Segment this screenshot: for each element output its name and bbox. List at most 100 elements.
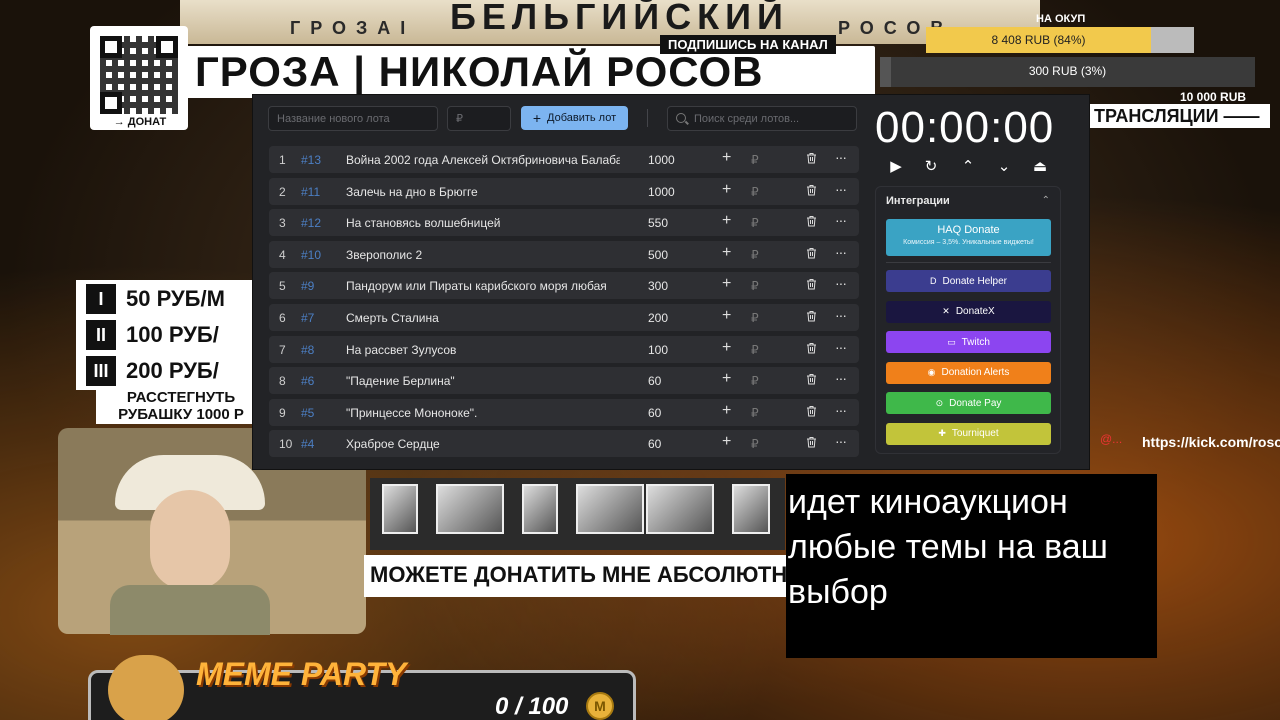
eject-icon[interactable]: ⏏ [1030,157,1050,175]
lot-name[interactable]: На рассвет Зулусов [346,343,620,357]
trash-icon[interactable] [806,184,817,196]
more-options-icon[interactable]: ··· [835,181,847,197]
add-amount-icon[interactable]: + [722,402,731,420]
ruble-icon[interactable]: ₽ [751,374,759,388]
search-field[interactable] [667,106,857,131]
play-icon[interactable]: ▶ [886,157,906,175]
lot-id: #6 [301,374,315,389]
lot-row[interactable]: 4 #10 Зверополис 2 500 + ₽ ··· [269,240,859,268]
goal-amount: 10 000 RUB [1180,90,1247,104]
trash-icon[interactable] [806,278,817,290]
lot-row[interactable]: 1 #13 Война 2002 года Алексей Октябринович… [269,146,859,173]
trash-icon[interactable] [806,373,817,385]
ruble-icon[interactable]: ₽ [751,216,759,230]
trash-icon[interactable] [806,436,817,448]
add-amount-icon[interactable]: + [722,339,731,357]
add-amount-icon[interactable]: + [722,149,731,167]
add-amount-icon[interactable]: + [722,212,731,230]
new-lot-amount-input[interactable] [447,106,511,131]
trash-icon[interactable] [806,247,817,259]
add-amount-icon[interactable]: + [722,181,731,199]
trash-icon[interactable] [806,342,817,354]
more-options-icon[interactable]: ··· [835,307,847,323]
lot-row[interactable]: 7 #8 На рассвет Зулусов 100 + ₽ ··· [269,335,859,363]
lot-name[interactable]: Залечь на дно в Брюгге [346,185,620,199]
integration-button-twitch[interactable]: ▭ Twitch [886,331,1051,353]
lot-amount[interactable]: 200 [648,311,668,325]
haq-donate-label: HAQ Donate [937,224,1000,236]
lot-amount[interactable]: 500 [648,248,668,262]
integration-button-tourniquet[interactable]: ✚ Tourniquet [886,422,1051,445]
lot-row[interactable]: 8 #6 "Падение Берлина" 60 + ₽ ··· [269,367,859,395]
lot-row[interactable]: 5 #9 Пандорум или Пираты карибского моря л… [269,272,859,300]
lot-amount[interactable]: 1000 [648,153,675,167]
more-options-icon[interactable]: ··· [835,275,847,291]
lot-name[interactable]: Зверополис 2 [346,248,620,262]
lot-amount[interactable]: 300 [648,279,668,293]
lot-amount[interactable]: 60 [648,374,661,388]
collapse-icon[interactable]: ⌃ [1042,195,1050,206]
lot-amount[interactable]: 100 [648,343,668,357]
lot-amount[interactable]: 60 [648,406,661,420]
integration-button-donation-alerts[interactable]: ◉ Donation Alerts [886,361,1051,384]
more-options-icon[interactable]: ··· [835,370,847,386]
add-amount-icon[interactable]: + [722,370,731,388]
lot-name[interactable]: Война 2002 года Алексей Октябриновича Ба… [346,153,620,167]
add-amount-icon[interactable]: + [722,275,731,293]
add-amount-icon[interactable]: + [722,307,731,325]
integration-button-donatex[interactable]: ✕ DonateX [886,300,1051,323]
ruble-icon[interactable]: ₽ [751,185,759,199]
integration-button-donate-helper[interactable]: D Donate Helper [886,270,1051,292]
reset-icon[interactable]: ↻ [921,157,941,175]
haq-donate-button[interactable]: HAQ Donate Комиссия – 3,5%. Уникальные в… [886,219,1051,256]
ruble-icon[interactable]: ₽ [751,437,759,451]
more-options-icon[interactable]: ··· [835,244,847,260]
trash-icon[interactable] [806,152,817,164]
more-options-icon[interactable]: ··· [835,149,847,165]
lot-row[interactable]: 6 #7 Смерть Сталина 200 + ₽ ··· [269,304,859,331]
lot-amount[interactable]: 550 [648,216,668,230]
tier-3: III 200 РУБ/ [86,356,219,386]
kick-link: https://kick.com/rosov [1142,434,1280,450]
lot-amount[interactable]: 60 [648,437,661,451]
search-input[interactable] [686,107,856,130]
lot-name[interactable]: Смерть Сталина [346,311,620,325]
add-amount-icon[interactable]: + [722,244,731,262]
lot-row[interactable]: 9 #5 "Принцессе Мононоке". 60 + ₽ ··· [269,398,859,426]
more-options-icon[interactable]: ··· [835,339,847,355]
new-lot-name-input[interactable] [268,106,438,131]
ruble-icon[interactable]: ₽ [751,343,759,357]
trash-icon[interactable] [806,405,817,417]
more-options-icon[interactable]: ··· [835,212,847,228]
lot-row[interactable]: 3 #12 На становясь волшебницей 550 + ₽ ··· [269,209,859,237]
lot-name[interactable]: "Падение Берлина" [346,374,620,388]
ruble-icon[interactable]: ₽ [751,153,759,167]
lot-number: 4 [279,247,286,262]
add-amount-icon[interactable]: + [722,433,731,451]
lot-row[interactable]: 10 #4 Храброе Сердце 60 + ₽ ··· [269,430,859,458]
photo-thumbnail [646,484,714,534]
lot-name[interactable]: На становясь волшебницей [346,216,620,230]
lot-row[interactable]: 2 #11 Залечь на дно в Брюгге 1000 + ₽ ··· [269,177,859,205]
lot-name[interactable]: Пандорум или Пираты карибского моря люба… [346,279,620,293]
ruble-icon[interactable]: ₽ [751,248,759,262]
more-options-icon[interactable]: ··· [835,433,847,449]
ruble-icon[interactable]: ₽ [751,406,759,420]
lot-name[interactable]: "Принцессе Мононоке". [346,406,620,420]
integration-button-donate-pay[interactable]: ⊙ Donate Pay [886,392,1051,414]
lot-amount[interactable]: 1000 [648,185,675,199]
chevron-up-icon[interactable]: ⌃ [958,157,978,175]
chevron-down-icon[interactable]: ⌄ [994,157,1014,175]
stream-strip-text: ТРАНСЛЯЦИИ —— [1094,106,1260,126]
timer-display: 00:00:00 [875,103,1055,152]
ruble-icon[interactable]: ₽ [751,279,759,293]
lot-name[interactable]: Храброе Сердце [346,437,620,451]
ruble-icon[interactable]: ₽ [751,311,759,325]
lot-id: #12 [301,216,322,231]
trash-icon[interactable] [806,310,817,322]
more-options-icon[interactable]: ··· [835,402,847,418]
add-lot-button[interactable]: + Добавить лот [521,106,628,130]
lot-number: 9 [279,405,286,420]
trash-icon[interactable] [806,215,817,227]
secondary-progress-text: 300 RUB (3%) [1028,64,1107,78]
